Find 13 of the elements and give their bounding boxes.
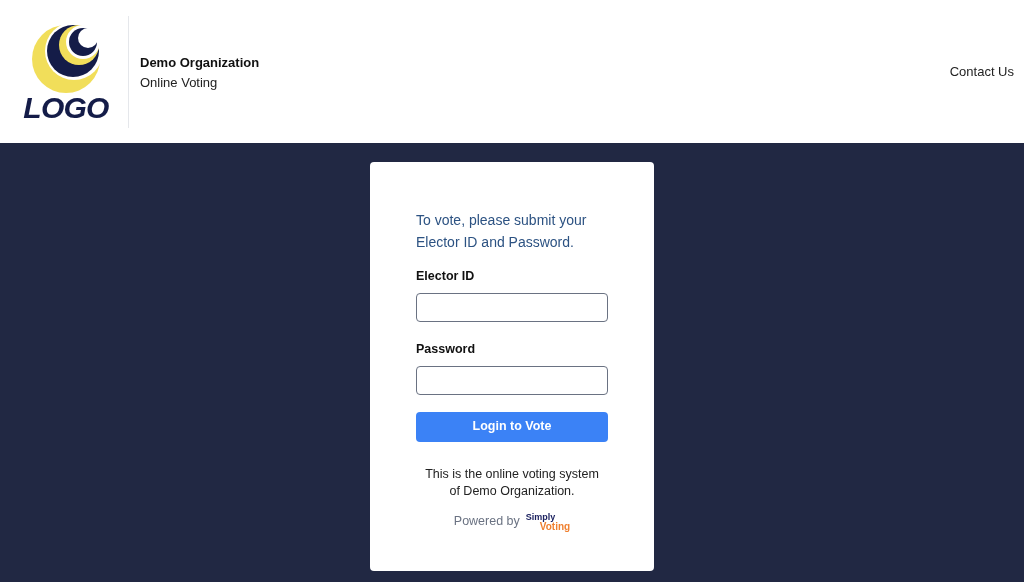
instructions-text: To vote, please submit your Elector ID and Password. bbox=[416, 211, 588, 252]
site-subtitle: Online Voting bbox=[140, 73, 219, 92]
login-button[interactable]: Login to Vote bbox=[416, 411, 608, 442]
brand-logo: Simply Voting bbox=[525, 513, 571, 533]
info-text: This is the online voting system of Demo Organization. bbox=[424, 465, 600, 500]
field-label: Password bbox=[416, 340, 477, 358]
field-label: Elector ID bbox=[416, 268, 476, 285]
input-field[interactable] bbox=[416, 365, 608, 395]
logo-text: LOGO bbox=[23, 92, 109, 123]
input-field[interactable] bbox=[416, 292, 608, 322]
organization-name: Demo Organization bbox=[140, 54, 260, 72]
powered-by-label: Powered by bbox=[453, 512, 520, 530]
nav-link[interactable]: Contact Us bbox=[949, 61, 1014, 82]
